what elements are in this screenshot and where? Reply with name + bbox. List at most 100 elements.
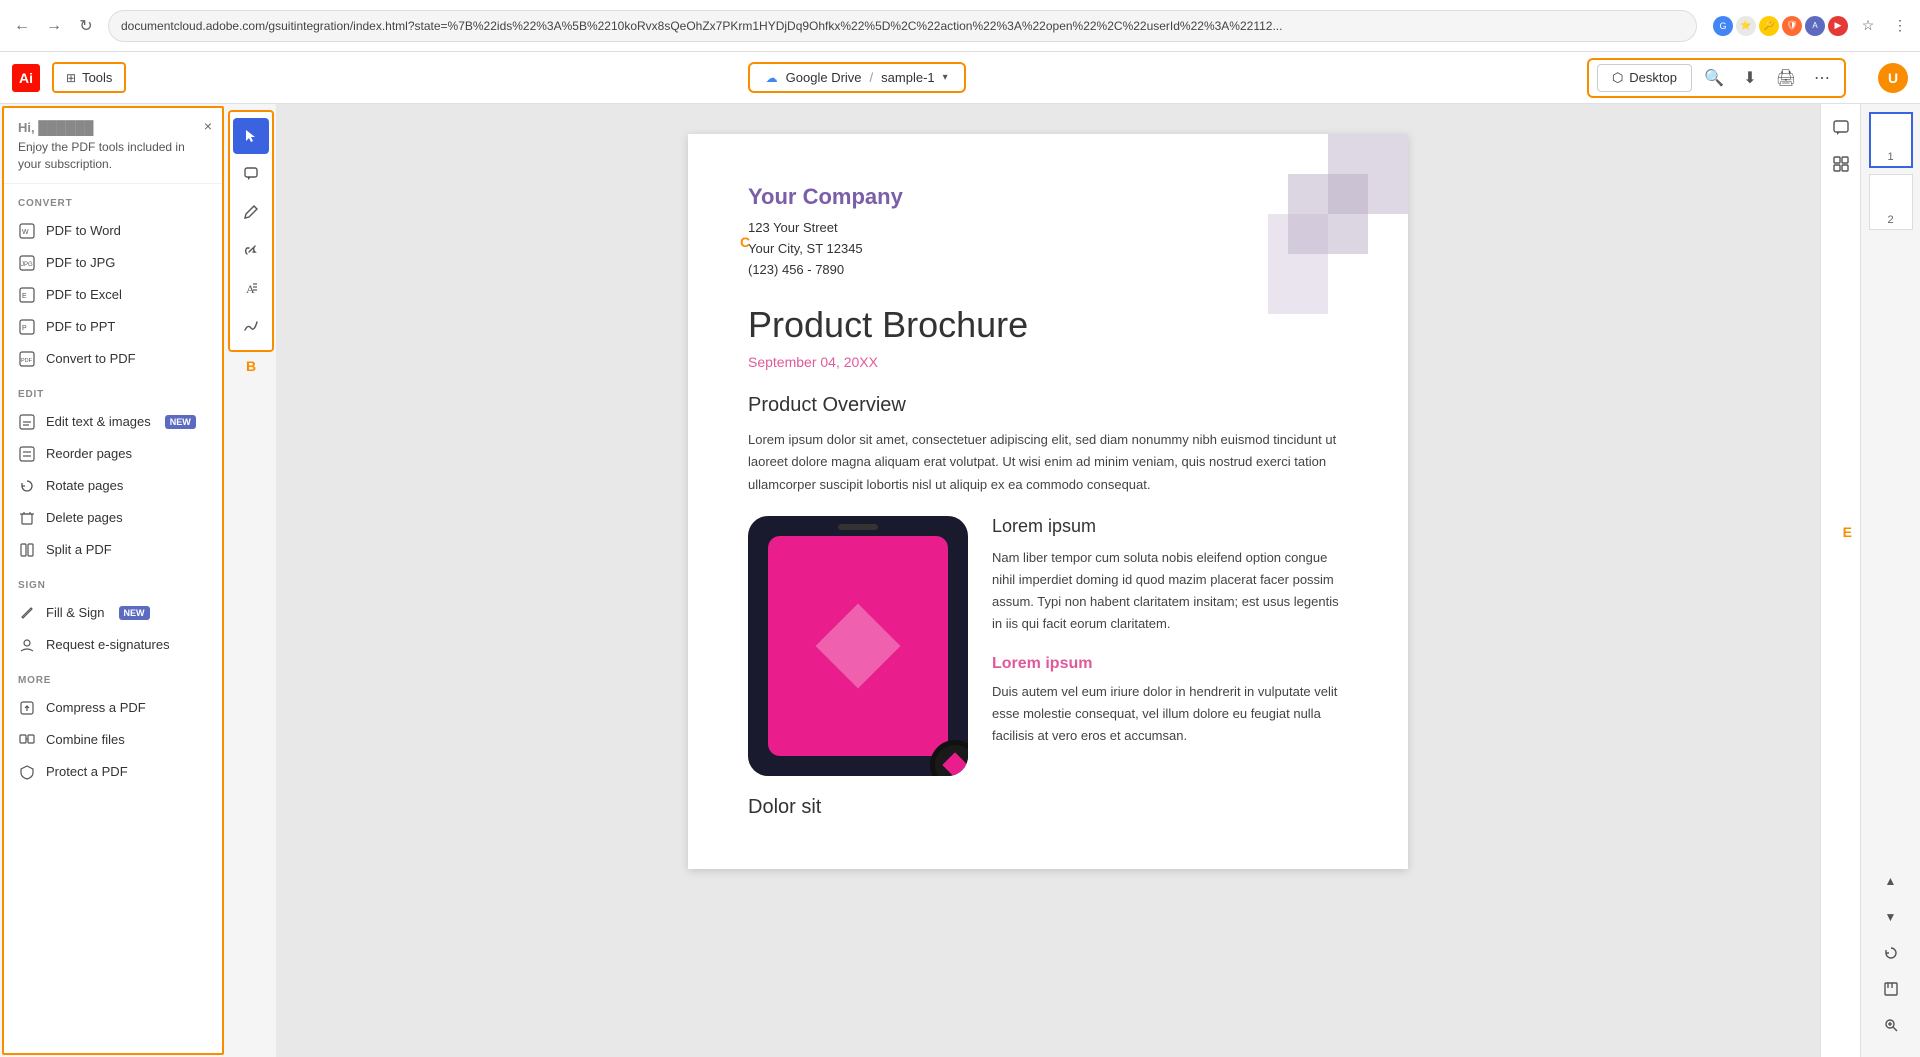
sidebar-item-reorder-pages[interactable]: Reorder pages <box>4 438 222 470</box>
rotate-pages-label: Rotate pages <box>46 478 123 493</box>
main-layout: Hi, ██████ Enjoy the PDF tools included … <box>0 104 1920 1057</box>
greeting-name: Hi, ██████ <box>18 120 208 135</box>
header-center: ☁ Google Drive / sample-1 ▾ <box>138 62 1575 93</box>
cursor-tool-button[interactable] <box>233 118 269 154</box>
user-avatar[interactable]: U <box>1878 63 1908 93</box>
address-bar[interactable]: documentcloud.adobe.com/gsuitintegration… <box>108 10 1697 42</box>
sidebar-item-delete-pages[interactable]: Delete pages <box>4 502 222 534</box>
two-column-section: Lorem ipsum Nam liber tempor cum soluta … <box>748 516 1348 776</box>
fill-sign-new-badge: NEW <box>119 606 150 620</box>
save-doc-icon[interactable] <box>1875 973 1907 1005</box>
svg-text:W: W <box>22 229 29 236</box>
more-options-icon[interactable]: ⋯ <box>1808 64 1836 92</box>
page-thumb-2[interactable]: 2 <box>1869 174 1913 230</box>
protect-pdf-label: Protect a PDF <box>46 764 128 779</box>
ext-icon-5[interactable]: A <box>1805 16 1825 36</box>
back-button[interactable]: ← <box>8 12 36 40</box>
sidebar-item-edit-text-images[interactable]: Edit text & images NEW <box>4 406 222 438</box>
request-esig-icon <box>18 636 36 654</box>
page-thumbnails-panel: 1 2 ▲ ▼ <box>1860 104 1920 1057</box>
fill-sign-icon <box>18 604 36 622</box>
section2-heading: Dolor sit <box>748 796 1348 819</box>
sidebar-item-compress-pdf[interactable]: Compress a PDF <box>4 692 222 724</box>
ext-icon-3[interactable]: 🔑 <box>1759 16 1779 36</box>
scroll-down-icon[interactable]: ▼ <box>1875 901 1907 933</box>
convert-pdf-icon: PDF <box>18 350 36 368</box>
svg-text:P: P <box>22 325 27 332</box>
refresh-button[interactable]: ↻ <box>72 12 100 40</box>
annotation-b: B <box>246 358 256 374</box>
link-tool-button[interactable] <box>233 232 269 268</box>
desktop-label: Desktop <box>1629 70 1677 85</box>
scroll-up-icon[interactable]: ▲ <box>1875 865 1907 897</box>
sidebar-item-rotate-pages[interactable]: Rotate pages <box>4 470 222 502</box>
company-name: Your Company <box>748 184 1348 210</box>
sidebar-item-pdf-to-ppt[interactable]: P PDF to PPT <box>4 311 222 343</box>
sidebar-item-pdf-to-jpg[interactable]: JPG PDF to JPG <box>4 247 222 279</box>
compress-pdf-label: Compress a PDF <box>46 700 146 715</box>
ext-icon-2[interactable]: ⭐ <box>1736 16 1756 36</box>
page-thumb-1[interactable]: 1 <box>1869 112 1913 168</box>
convert-to-pdf-label: Convert to PDF <box>46 351 136 366</box>
comment-bubble-icon[interactable] <box>1825 112 1857 144</box>
more-icon[interactable]: ⋮ <box>1888 14 1912 38</box>
bookmark-icon[interactable]: ☆ <box>1856 14 1880 38</box>
ext-icon-1[interactable]: G <box>1713 16 1733 36</box>
col-text-section: Lorem ipsum Nam liber tempor cum soluta … <box>992 516 1348 776</box>
edit-text-images-label: Edit text & images <box>46 414 151 429</box>
delete-pages-icon <box>18 509 36 527</box>
desktop-icon: ⬡ <box>1612 70 1623 86</box>
phone-screen <box>768 536 948 756</box>
svg-text:JPG: JPG <box>21 262 33 268</box>
reorder-pages-icon <box>18 445 36 463</box>
convert-section-label: CONVERT <box>4 184 222 215</box>
grid-view-icon[interactable] <box>1825 148 1857 180</box>
comment-tool-button[interactable] <box>233 156 269 192</box>
sidebar-item-split-pdf[interactable]: Split a PDF <box>4 534 222 566</box>
split-pdf-icon <box>18 541 36 559</box>
adobe-logo: Ai <box>12 64 40 92</box>
refresh-doc-icon[interactable] <box>1875 937 1907 969</box>
sidebar-item-pdf-to-word[interactable]: W PDF to Word <box>4 215 222 247</box>
tools-tab[interactable]: ⊞ Tools <box>52 62 126 93</box>
url-text: documentcloud.adobe.com/gsuitintegration… <box>121 19 1282 33</box>
sidebar-item-convert-to-pdf[interactable]: PDF Convert to PDF <box>4 343 222 375</box>
document-area: Your Company 123 Your Street Your City, … <box>276 104 1820 1057</box>
page-num-2: 2 <box>1887 214 1893 226</box>
sidebar-item-fill-sign[interactable]: Fill & Sign NEW <box>4 597 222 629</box>
annotation-c: C <box>740 234 750 250</box>
sidebar-item-request-esig[interactable]: Request e-signatures <box>4 629 222 661</box>
svg-text:E: E <box>22 293 27 300</box>
more-section-label: MORE <box>4 661 222 692</box>
col1-heading: Lorem ipsum <box>992 516 1348 537</box>
search-icon[interactable]: 🔍 <box>1700 64 1728 92</box>
sidebar-item-pdf-to-excel[interactable]: E PDF to Excel <box>4 279 222 311</box>
pdf-to-word-label: PDF to Word <box>46 223 121 238</box>
ext-icon-6[interactable]: ▶ <box>1828 16 1848 36</box>
signature-tool-button[interactable] <box>233 308 269 344</box>
close-button[interactable]: × <box>204 118 212 134</box>
breadcrumb-service: Google Drive <box>786 70 862 85</box>
pen-tool-button[interactable] <box>233 194 269 230</box>
desktop-button[interactable]: ⬡ Desktop <box>1597 64 1692 92</box>
combine-files-icon <box>18 731 36 749</box>
ext-icon-4[interactable]: 🛡 <box>1782 16 1802 36</box>
address-line1: 123 Your Street <box>748 218 1348 239</box>
fill-sign-label: Fill & Sign <box>46 605 105 620</box>
sidebar-item-combine-files[interactable]: Combine files <box>4 724 222 756</box>
zoom-icon[interactable] <box>1875 1009 1907 1041</box>
section1-body: Lorem ipsum dolor sit amet, consectetuer… <box>748 429 1348 495</box>
sidebar-item-protect-pdf[interactable]: Protect a PDF <box>4 756 222 788</box>
compress-pdf-icon <box>18 699 36 717</box>
greeting-description: Enjoy the PDF tools included in your sub… <box>18 139 208 173</box>
annotation-e: E <box>1843 524 1852 540</box>
breadcrumb-nav[interactable]: ☁ Google Drive / sample-1 ▾ <box>748 62 966 93</box>
edit-text-icon <box>18 413 36 431</box>
col2-body: Duis autem vel eum iriure dolor in hendr… <box>992 681 1348 747</box>
forward-button[interactable]: → <box>40 12 68 40</box>
download-icon[interactable]: ⬇ <box>1736 64 1764 92</box>
breadcrumb-service-icon: ☁ <box>766 71 778 85</box>
print-icon[interactable]: 🖨 <box>1772 64 1800 92</box>
text-tool-button[interactable]: A <box>233 270 269 306</box>
greeting-section: Hi, ██████ Enjoy the PDF tools included … <box>4 108 222 184</box>
